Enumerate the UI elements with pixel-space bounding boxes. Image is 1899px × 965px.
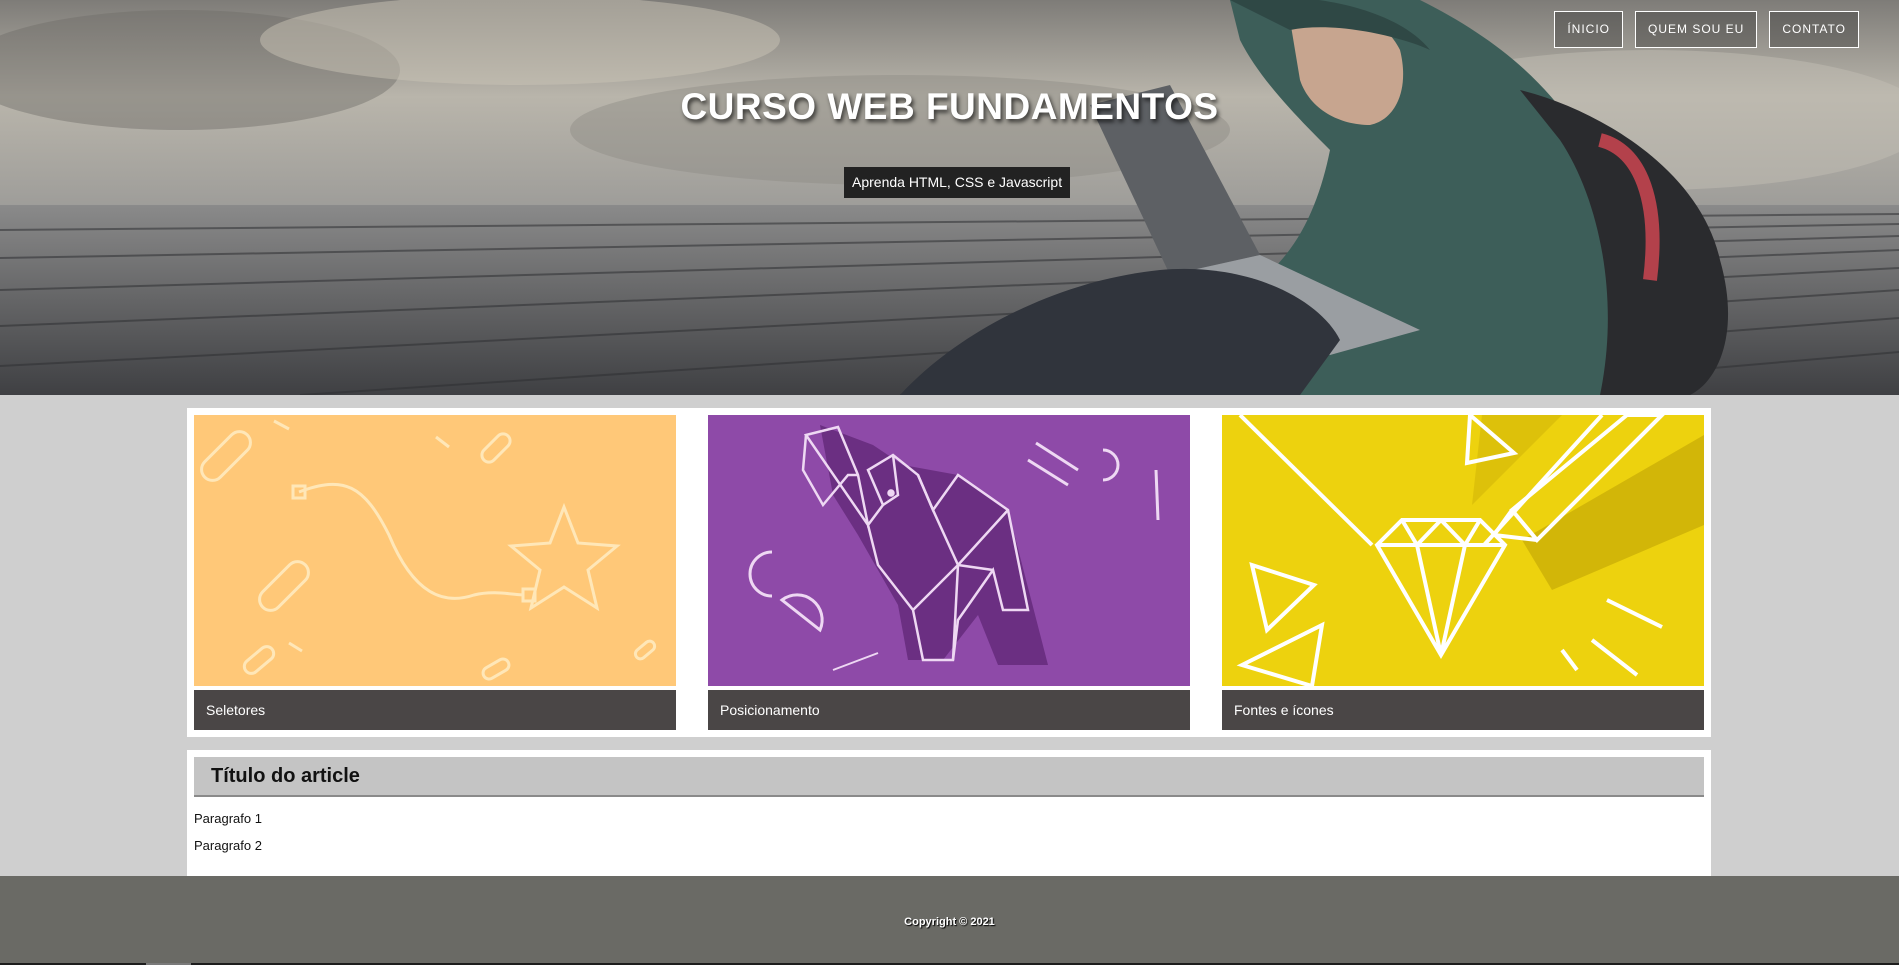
article-title: Título do article xyxy=(194,757,1704,797)
hero-title: CURSO WEB FUNDAMENTOS xyxy=(680,86,1219,127)
card-seletores[interactable]: Seletores xyxy=(194,415,676,730)
card-caption: Fontes e ícones xyxy=(1222,690,1704,730)
card-caption: Seletores xyxy=(194,690,676,730)
card-fontes-e-icones[interactable]: Fontes e ícones xyxy=(1222,415,1704,730)
hero-subtitle-badge: Aprenda HTML, CSS e Javascript xyxy=(844,167,1071,198)
elephant-illustration xyxy=(708,415,1190,686)
copyright-text: Copyright © 2021 xyxy=(904,916,995,928)
star-illustration xyxy=(194,415,676,686)
article-paragraph: Paragrafo 2 xyxy=(194,838,262,853)
article-paragraph: Paragrafo 1 xyxy=(194,811,262,826)
page-footer: Copyright © 2021 xyxy=(0,876,1899,965)
article-section: Título do article Paragrafo 1 Paragrafo … xyxy=(187,750,1711,876)
card-posicionamento[interactable]: Posicionamento xyxy=(708,415,1190,730)
hero-banner: ÍNICIO QUEM SOU EU CONTATO CURSO WEB FUN… xyxy=(0,0,1899,395)
nav-quem-sou-eu-button[interactable]: QUEM SOU EU xyxy=(1634,11,1758,48)
top-navigation: ÍNICIO QUEM SOU EU CONTATO xyxy=(1554,11,1859,48)
course-cards: Seletores Posicionamento Fontes e ícones xyxy=(187,408,1711,737)
nav-contato-button[interactable]: CONTATO xyxy=(1769,11,1859,48)
nav-inicio-button[interactable]: ÍNICIO xyxy=(1554,11,1623,48)
diamond-illustration xyxy=(1222,415,1704,686)
card-caption: Posicionamento xyxy=(708,690,1190,730)
